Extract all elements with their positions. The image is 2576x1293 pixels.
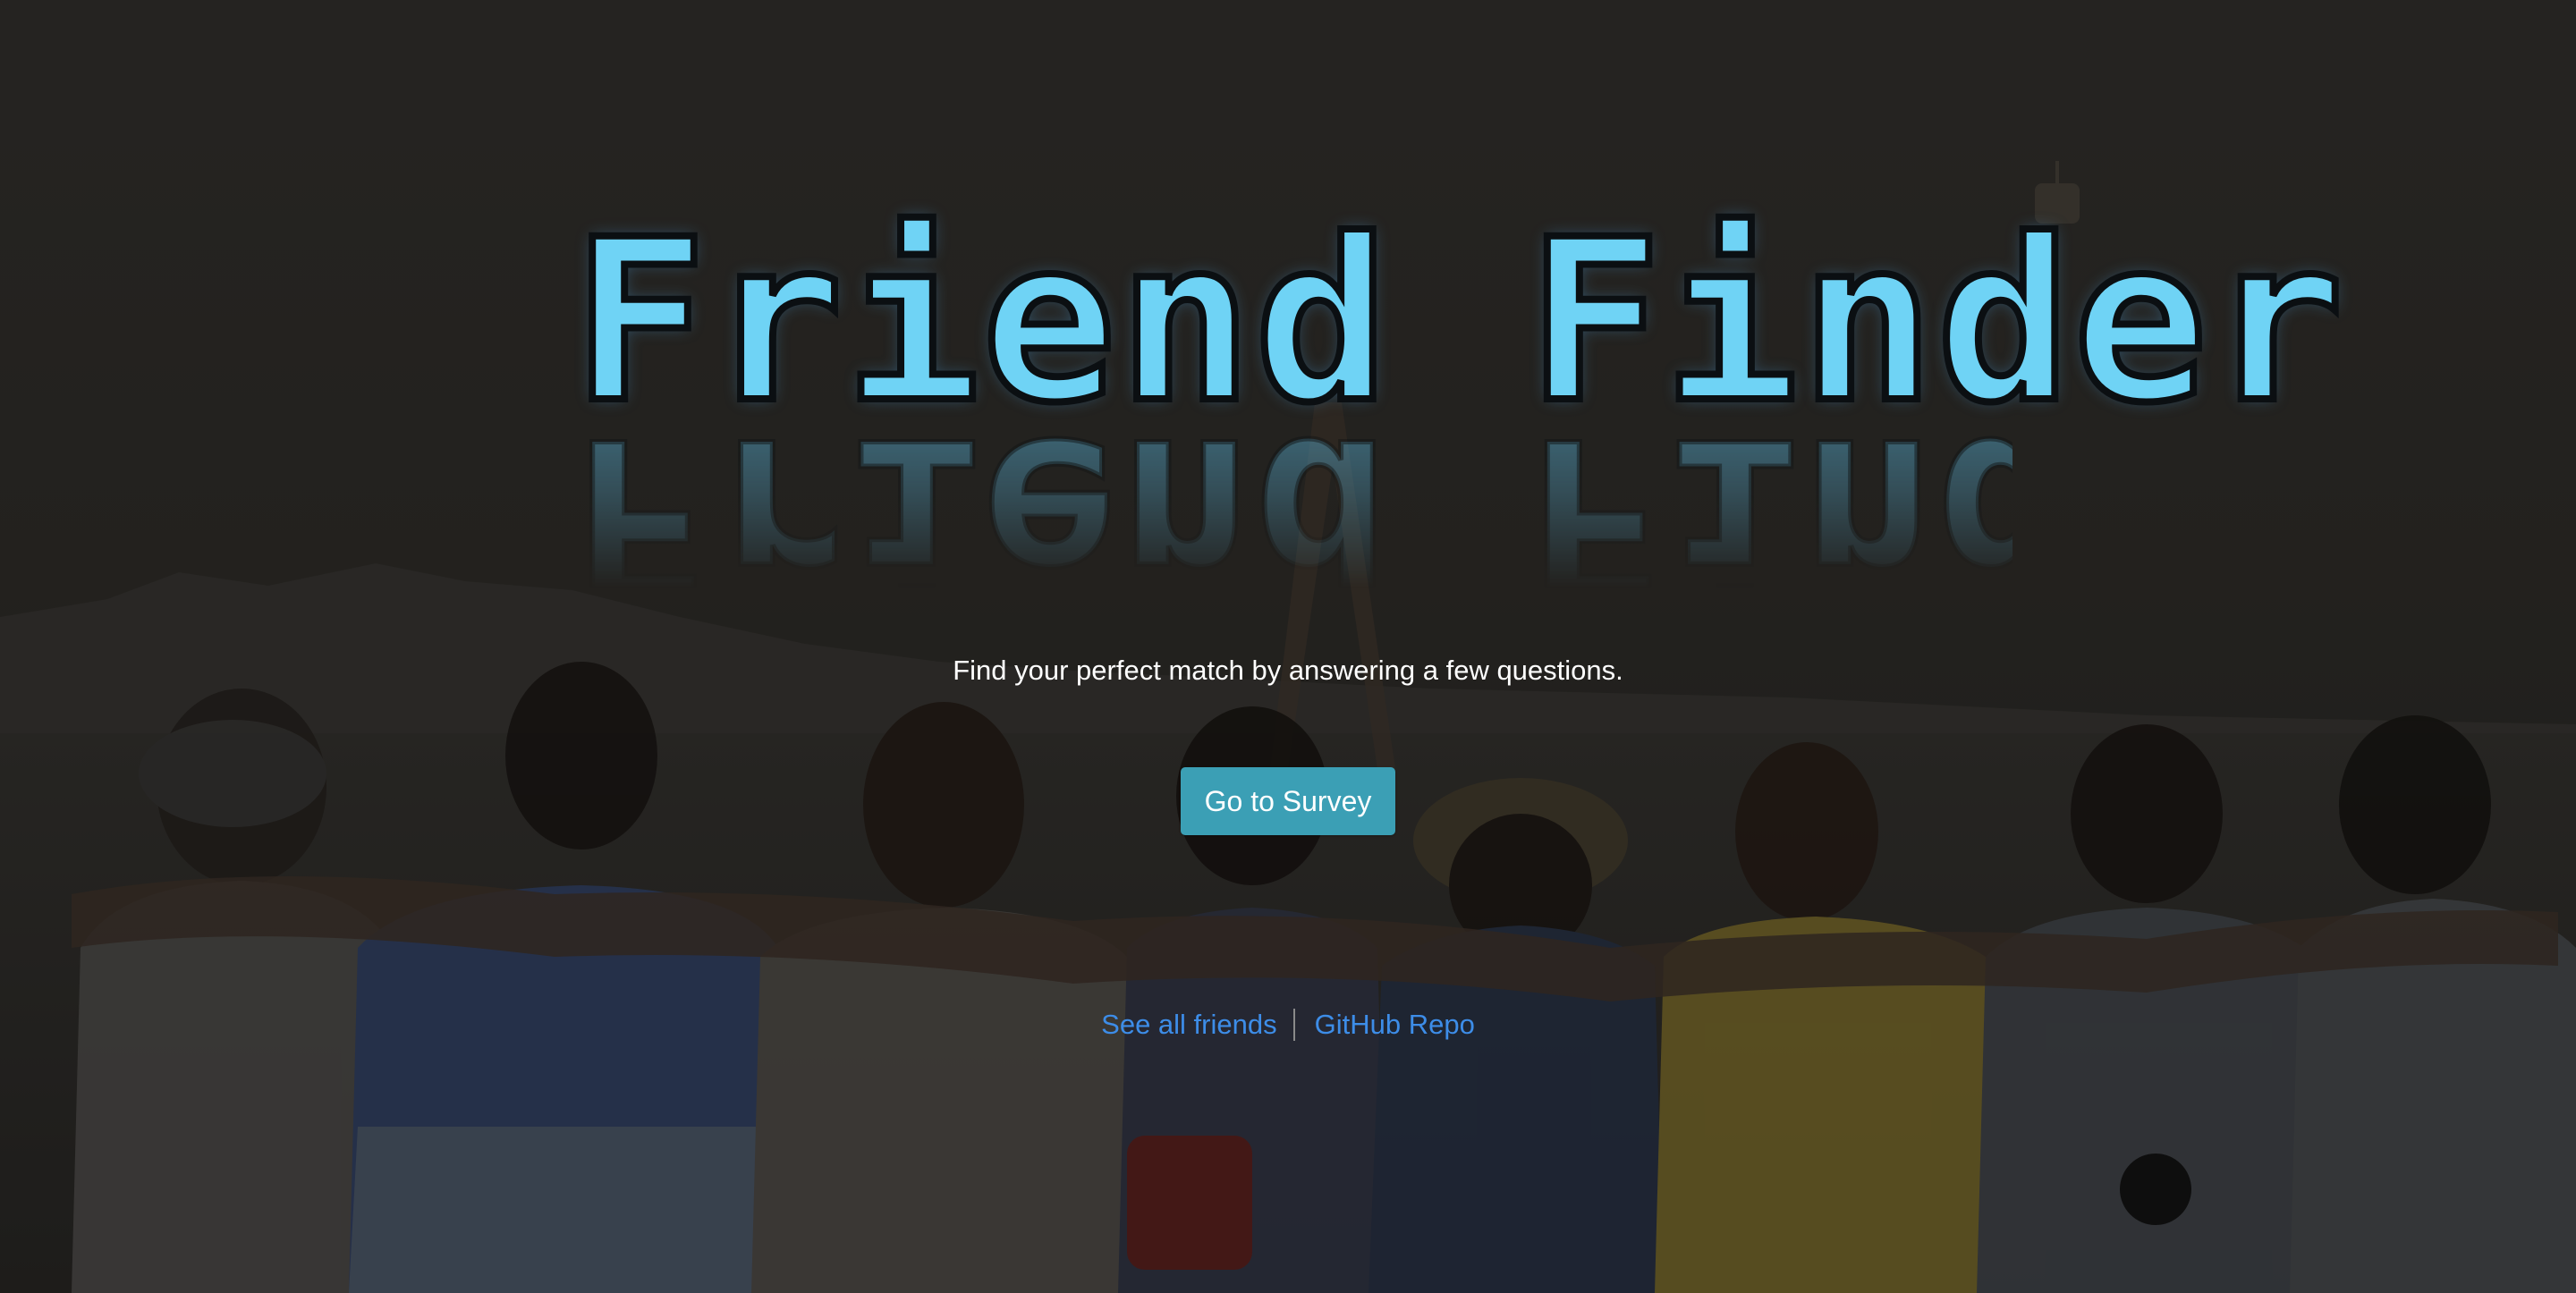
page: Friend Finder Friend Finder Find your pe… — [0, 0, 2576, 1293]
hero: Friend Finder Friend Finder Find your pe… — [0, 0, 2576, 1293]
tagline: Find your perfect match by answering a f… — [953, 655, 1623, 686]
github-repo-link[interactable]: GitHub Repo — [1315, 1009, 1475, 1040]
go-to-survey-button[interactable]: Go to Survey — [1181, 767, 1395, 835]
link-divider — [1292, 1009, 1295, 1041]
page-title: Friend Finder — [569, 191, 2348, 452]
footer-links: See all friends GitHub Repo — [0, 1009, 2576, 1041]
see-all-friends-link[interactable]: See all friends — [1101, 1009, 1276, 1040]
